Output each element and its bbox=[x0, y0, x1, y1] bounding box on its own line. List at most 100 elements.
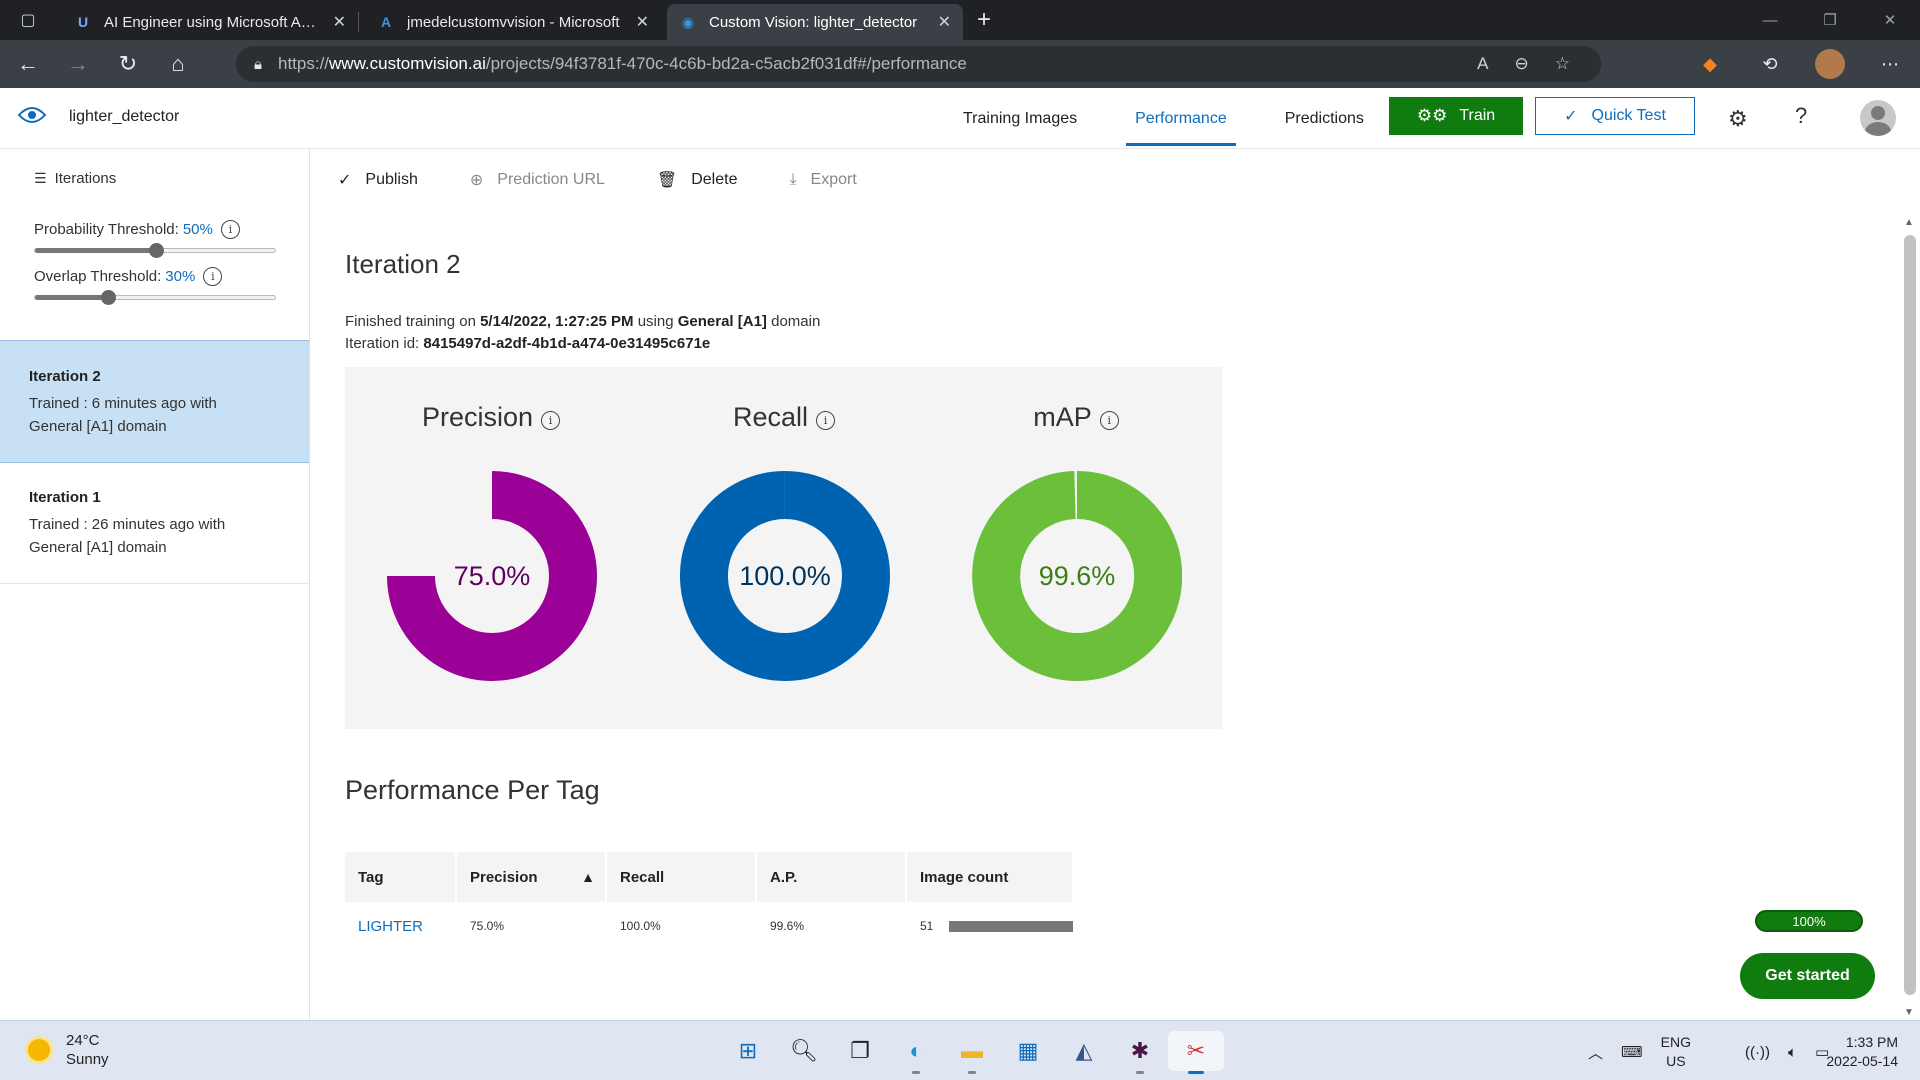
lock-icon[interactable]: 🔒︎ bbox=[254, 56, 262, 73]
read-aloud-icon[interactable]: A bbox=[1477, 54, 1488, 74]
metric-value: 100.0% bbox=[739, 560, 831, 591]
iterations-label: Iterations bbox=[54, 170, 117, 187]
finished-prefix: Finished training on bbox=[345, 313, 476, 330]
url-bar[interactable]: 🔒︎ https://www.customvision.ai/projects/… bbox=[236, 46, 1601, 82]
slider-handle[interactable] bbox=[149, 243, 164, 258]
chevron-up-icon[interactable]: ︿ bbox=[1588, 1042, 1603, 1063]
export-button[interactable]: ⤓ Export bbox=[789, 171, 856, 189]
info-icon[interactable]: i bbox=[541, 411, 561, 430]
browser-tab-azure[interactable]: A jmedelcustomvvision - Microsoft ✕ bbox=[365, 4, 661, 40]
info-icon[interactable]: i bbox=[220, 220, 240, 239]
col-recall[interactable]: Recall bbox=[607, 852, 757, 902]
slider-handle[interactable] bbox=[100, 290, 116, 305]
tab-predictions[interactable]: Predictions bbox=[1262, 88, 1387, 149]
delete-button[interactable]: 🗑︎ Delete bbox=[657, 170, 738, 190]
iteration-trained: Trained : 26 minutes ago with bbox=[29, 516, 226, 533]
snipping-tool-icon[interactable]: ✂ bbox=[1168, 1031, 1224, 1074]
home-icon[interactable]: ⌂ bbox=[156, 44, 200, 84]
sql-icon[interactable]: ◭ bbox=[1056, 1031, 1112, 1071]
iteration-id: 8415497d-a2df-4b1d-a474-0e31495c671e bbox=[423, 335, 711, 352]
volume-icon[interactable]: 🔈︎ bbox=[1788, 1044, 1797, 1061]
edge-icon[interactable]: ◐ bbox=[888, 1031, 944, 1074]
iteration-id-line: Iteration id: 8415497d-a2df-4b1d-a474-0e… bbox=[345, 335, 710, 352]
iteration-toolbar: ✓ Publish ⊕ Prediction URL 🗑︎ Delete ⤓ E… bbox=[311, 149, 1920, 211]
layers-icon: ☰ bbox=[34, 170, 47, 186]
image-count-value: 51 bbox=[920, 919, 934, 933]
tab-training-images[interactable]: Training Images bbox=[940, 88, 1100, 149]
profile-avatar[interactable] bbox=[1815, 49, 1845, 79]
favorite-icon[interactable]: ☆ bbox=[1555, 54, 1570, 74]
keyboard-icon[interactable]: ⌨ bbox=[1621, 1043, 1643, 1061]
get-started-button[interactable]: Get started bbox=[1740, 953, 1875, 999]
quick-test-button[interactable]: ✓ Quick Test bbox=[1535, 97, 1695, 135]
workspaces-icon[interactable]: ▢ bbox=[0, 0, 56, 40]
task-view-icon[interactable]: ❐ bbox=[832, 1031, 888, 1071]
close-window-icon[interactable]: ✕ bbox=[1860, 0, 1920, 40]
start-icon[interactable]: ⊞ bbox=[720, 1031, 776, 1071]
cell-image-count: 51 bbox=[907, 902, 1074, 950]
metamask-icon[interactable]: ◆ bbox=[1680, 54, 1740, 75]
history-icon[interactable]: ⟲ bbox=[1740, 54, 1800, 75]
help-icon[interactable]: ? bbox=[1795, 103, 1807, 129]
taskbar-apps: ⊞ 🔍︎ ❐ ◐ ▬ ▦ ◭ ✱ ✂ bbox=[720, 1031, 1224, 1074]
new-tab-button[interactable]: + bbox=[977, 6, 991, 34]
close-icon[interactable]: ✕ bbox=[938, 12, 951, 32]
iteration-item-2[interactable]: Iteration 2 Trained : 6 minutes ago with… bbox=[0, 340, 309, 463]
settings-icon[interactable]: ⚙ bbox=[1728, 106, 1748, 132]
time: 1:33 PM bbox=[1845, 1034, 1898, 1050]
forward-icon[interactable]: → bbox=[56, 44, 100, 84]
trash-icon: 🗑︎ bbox=[656, 172, 678, 189]
restore-icon[interactable]: ❐ bbox=[1800, 0, 1860, 40]
file-explorer-icon[interactable]: ▬ bbox=[944, 1031, 1000, 1074]
browser-tab-bar: ▢ U AI Engineer using Microsoft Azure ✕ … bbox=[0, 0, 1920, 40]
probability-value: 50% bbox=[182, 221, 213, 238]
more-icon[interactable]: ⋯ bbox=[1860, 54, 1920, 75]
back-icon[interactable]: ← bbox=[6, 44, 50, 84]
search-icon[interactable]: 🔍︎ bbox=[776, 1031, 832, 1071]
close-icon[interactable]: ✕ bbox=[333, 12, 346, 32]
browser-tab-udemy[interactable]: U AI Engineer using Microsoft Azure ✕ bbox=[62, 4, 358, 40]
refresh-icon[interactable]: ↻ bbox=[106, 44, 150, 84]
eye-icon[interactable] bbox=[18, 105, 46, 125]
publish-label: Publish bbox=[365, 171, 418, 188]
overlap-threshold: Overlap Threshold: 30% i bbox=[34, 267, 223, 286]
publish-button[interactable]: ✓ Publish bbox=[338, 170, 418, 190]
train-button[interactable]: ⚙⚙ Train bbox=[1389, 97, 1523, 135]
tag-link[interactable]: LIGHTER bbox=[345, 902, 457, 950]
page-scrollbar[interactable]: ▲ ▼ bbox=[1900, 215, 1920, 1020]
col-image-count[interactable]: Image count bbox=[907, 852, 1074, 902]
clock[interactable]: 1:33 PM 2022-05-14 bbox=[1826, 1033, 1898, 1071]
check-icon: ✓ bbox=[338, 172, 352, 189]
language-indicator[interactable]: ENG US bbox=[1661, 1033, 1709, 1071]
temperature: 24°C bbox=[66, 1032, 100, 1049]
col-precision[interactable]: Precision ▲ bbox=[457, 852, 607, 902]
info-icon[interactable]: i bbox=[1099, 411, 1119, 430]
probability-slider[interactable] bbox=[34, 243, 276, 258]
cell-precision: 75.0% bbox=[470, 919, 505, 933]
col-ap[interactable]: A.P. bbox=[757, 852, 907, 902]
url-prefix: https:// bbox=[277, 54, 330, 73]
download-icon: ⤓ bbox=[789, 171, 797, 188]
weather-widget[interactable]: 24°C Sunny bbox=[28, 1031, 109, 1069]
user-avatar[interactable] bbox=[1860, 100, 1896, 136]
scroll-down-icon[interactable]: ▼ bbox=[1904, 1007, 1914, 1018]
minimize-icon[interactable]: — bbox=[1740, 0, 1800, 40]
iteration-item-1[interactable]: Iteration 1 Trained : 26 minutes ago wit… bbox=[0, 462, 309, 584]
scroll-thumb[interactable] bbox=[1904, 235, 1916, 995]
tab-performance[interactable]: Performance bbox=[1112, 88, 1250, 149]
cell-ap: 99.6% bbox=[770, 919, 805, 933]
slack-icon[interactable]: ✱ bbox=[1112, 1031, 1168, 1074]
store-icon[interactable]: ▦ bbox=[1000, 1031, 1056, 1071]
info-icon[interactable]: i bbox=[203, 267, 223, 286]
zoom-icon[interactable]: ⊖ bbox=[1515, 54, 1529, 74]
wifi-icon[interactable]: ((·)) bbox=[1745, 1044, 1770, 1061]
image-count-bar bbox=[949, 921, 1074, 933]
browser-tab-customvision[interactable]: ◉ Custom Vision: lighter_detector ✕ bbox=[667, 4, 963, 40]
scroll-up-icon[interactable]: ▲ bbox=[1904, 217, 1914, 228]
col-tag[interactable]: Tag bbox=[345, 852, 457, 902]
finished-date: 5/14/2022, 1:27:25 PM bbox=[480, 313, 634, 330]
overlap-slider[interactable] bbox=[34, 290, 276, 305]
prediction-url-button[interactable]: ⊕ Prediction URL bbox=[470, 170, 605, 190]
close-icon[interactable]: ✕ bbox=[636, 12, 649, 32]
info-icon[interactable]: i bbox=[816, 411, 836, 430]
